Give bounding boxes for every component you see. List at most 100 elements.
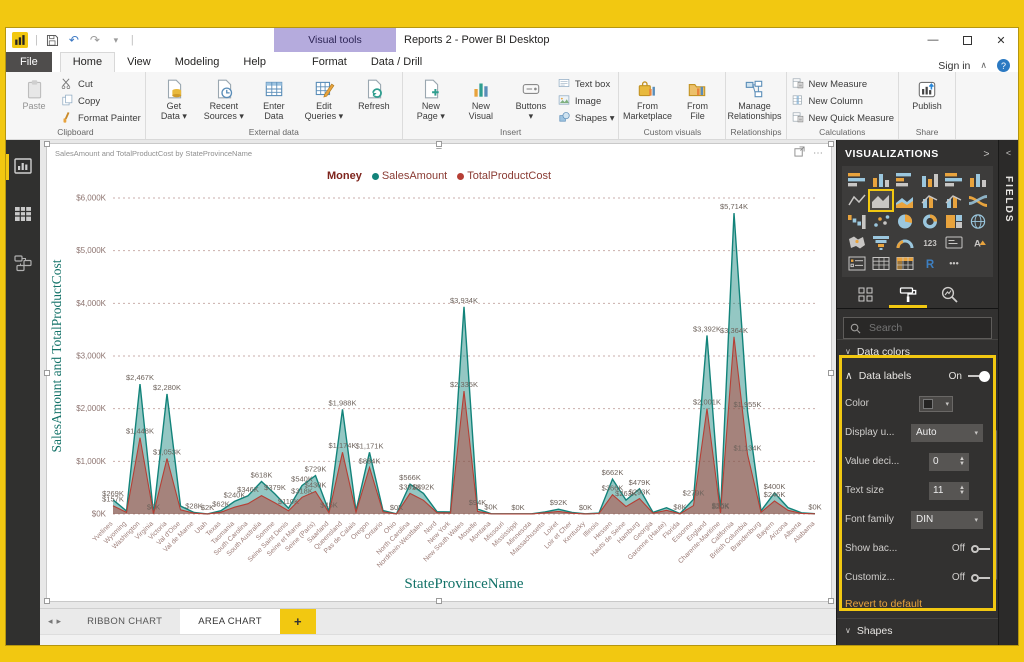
image-button[interactable]: Image [557,93,615,109]
format-search[interactable] [843,317,992,339]
funnel-icon[interactable] [869,232,893,253]
maximize-button[interactable] [950,28,984,52]
enter-data-button[interactable]: Enter Data [250,74,298,122]
edit-queries--button[interactable]: Edit Queries ▾ [300,74,348,122]
stepper-text-size[interactable]: 11 ▲ ▼ [929,481,969,500]
resize-handle[interactable] [828,369,834,376]
100-stacked-column-chart-icon[interactable] [966,169,990,190]
focus-mode-icon[interactable] [794,146,805,160]
color-swatch-dropdown[interactable]: ▾ [919,395,953,412]
r-script-visual-icon[interactable]: R [917,253,941,274]
clustered-column-chart-icon[interactable] [917,169,941,190]
stacked-area-chart-icon[interactable] [893,190,917,211]
pie-chart-icon[interactable] [893,211,917,232]
line-chart-icon[interactable] [845,190,869,211]
legend-item-totalproductcost[interactable]: TotalProductCost [457,170,551,182]
tab-fields[interactable] [847,285,885,308]
table-icon[interactable] [869,253,893,274]
menu-tab-data-drill[interactable]: Data / Drill [359,52,434,72]
from-file-button[interactable]: From File [673,74,721,122]
slicer-icon[interactable] [845,253,869,274]
resize-handle[interactable] [828,141,834,147]
menu-tab-help[interactable]: Help [231,52,278,72]
gauge-icon[interactable] [893,232,917,253]
new-measure-button[interactable]: New Measure [791,76,895,92]
kpi-icon[interactable]: A [966,232,990,253]
refresh-button[interactable]: Refresh [350,74,398,111]
menu-tab-home[interactable]: Home [59,52,116,72]
more-visuals-icon[interactable]: ••• [942,253,966,274]
cut-button[interactable]: Cut [60,76,141,92]
multi-row-card-icon[interactable] [942,232,966,253]
next-page-icon[interactable]: ▸ [57,616,62,627]
menu-file[interactable]: File [6,52,52,72]
filled-map-icon[interactable] [845,232,869,253]
publish-button[interactable]: Publish [903,74,951,111]
revert-to-default-link[interactable]: Revert to default [845,592,990,614]
line-and-clustered-column-chart-icon[interactable] [942,190,966,211]
manage-relationships-button[interactable]: Manage Relationships [727,74,781,122]
dropdown-auto[interactable]: Auto ▾ [911,423,983,442]
page-tab-ribbon-chart[interactable]: RIBBON CHART [69,609,180,634]
stepper-value-deci-[interactable]: 0 ▲ ▼ [929,452,969,471]
buttons--button[interactable]: Buttons ▾ [507,74,555,122]
report-view-button[interactable] [6,154,40,180]
stacked-column-chart-icon[interactable] [869,169,893,190]
resize-handle[interactable] [44,369,50,376]
stacked-bar-chart-icon[interactable] [845,169,869,190]
ribbon-chart-icon[interactable] [966,190,990,211]
stepper-arrows[interactable]: ▲ ▼ [959,456,965,467]
format-painter-button[interactable]: Format Painter [60,110,141,126]
area-chart-visual[interactable]: ≡ ⋯ SalesAmount and TotalProductCost by … [44,141,834,604]
matrix-icon[interactable] [893,253,917,274]
panel-scrollbar[interactable] [994,430,997,580]
help-icon[interactable]: ? [997,59,1010,72]
section-data-colors[interactable]: ∨ Data colors [837,339,998,363]
100-stacked-bar-chart-icon[interactable] [942,169,966,190]
from-marketplace-button[interactable]: From Marketplace [623,74,672,122]
section-shapes[interactable]: ∨ Shapes [837,618,998,642]
new-page--button[interactable]: New Page ▾ [407,74,455,122]
customize-toolbar-icon[interactable]: ▾ [108,32,124,48]
data-view-button[interactable] [6,202,40,228]
menu-tab-modeling[interactable]: Modeling [163,52,232,72]
area-chart-plot[interactable]: $0K $1,000K $2,000K $3,000K $4,000K $5,000K $6… [47,190,833,600]
resize-handle[interactable] [436,141,442,147]
tab-analytics[interactable] [931,285,969,308]
page-tab-area-chart[interactable]: AREA CHART [180,609,280,634]
collapse-panel-icon[interactable]: > [983,148,990,160]
resize-handle[interactable] [44,141,50,147]
new-page-button[interactable]: + [279,609,316,634]
resize-handle[interactable] [44,598,50,604]
prev-page-icon[interactable]: ◂ [48,616,53,627]
toggle-show-bac-[interactable] [971,544,990,553]
card-icon[interactable]: 123 [917,232,941,253]
text-box-button[interactable]: Text box [557,76,615,92]
resize-handle[interactable] [436,598,442,604]
recent-sources--button[interactable]: Recent Sources ▾ [200,74,248,122]
search-input[interactable] [867,321,977,335]
scatter-chart-icon[interactable] [869,211,893,232]
dropdown-din[interactable]: DIN ▾ [911,510,983,529]
section-data-labels[interactable]: ∧ Data labels On [845,363,990,389]
copy-button[interactable]: Copy [60,93,141,109]
toggle-customiz-[interactable] [971,573,990,582]
sign-in-link[interactable]: Sign in [938,60,970,72]
menu-tab-view[interactable]: View [115,52,163,72]
new-column-button[interactable]: New Column [791,93,895,109]
model-view-button[interactable] [6,250,40,276]
new-quick-measure-button[interactable]: New Quick Measure [791,110,894,126]
legend-item-salesamount[interactable]: SalesAmount [371,170,447,182]
clustered-bar-chart-icon[interactable] [893,169,917,190]
donut-chart-icon[interactable] [917,211,941,232]
expand-fields-icon[interactable]: < [1006,148,1011,158]
paste-button[interactable]: Paste [10,74,58,111]
more-options-icon[interactable]: ⋯ [813,148,823,159]
map-icon[interactable] [966,211,990,232]
data-labels-toggle[interactable] [968,370,990,382]
fields-title[interactable]: FIELDS [1003,176,1014,224]
new-visual-button[interactable]: New Visual [457,74,505,122]
report-canvas[interactable]: ≡ ⋯ SalesAmount and TotalProductCost by … [40,140,836,608]
close-button[interactable]: ✕ [984,28,1018,52]
tab-format[interactable] [889,285,927,308]
